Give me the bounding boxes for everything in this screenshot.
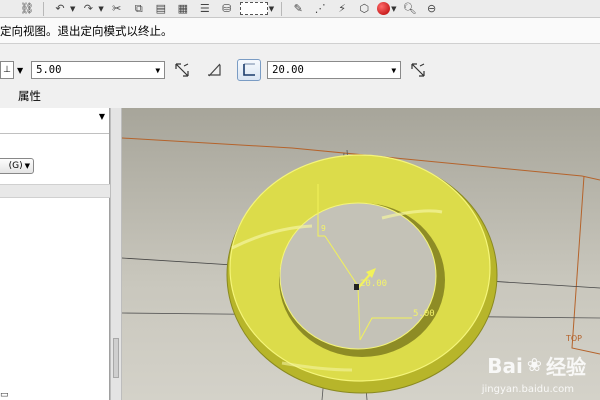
table-icon[interactable]: ▦ (174, 1, 192, 17)
watermark-url: jingyan.baidu.com (481, 384, 574, 395)
message-text: 定向视图。退出定向模式以终止。 (0, 23, 173, 38)
watermark-brand: Bai (487, 353, 523, 378)
chevron-down-icon[interactable]: ▼ (98, 5, 103, 13)
selection-frame-icon[interactable] (239, 2, 268, 15)
paste-icon[interactable]: ▤ (152, 1, 170, 17)
redo-icon[interactable]: ↷ (79, 1, 97, 17)
main-toolbar: ⛓ ↶ ▼ ↷ ▼ ✂ ⧉ ▤ ▦ ☰ ⛁ ▼ ✎ ⋰ ⚡ ⬡ ▼ 🔍︎ ⊖ (0, 0, 600, 18)
analysis-icon[interactable]: ⚡ (333, 1, 351, 17)
toolbar-separator (43, 1, 44, 16)
scrollbar-thumb[interactable] (113, 338, 119, 378)
dimension-label-thickness[interactable]: 5.00 (413, 309, 435, 319)
thickness-value: 5.00 (36, 64, 62, 76)
graphics-viewport[interactable]: 20.00 5.00 9 TOP Bai ❀ 经验 jingyan.baidu.… (122, 108, 600, 400)
chevron-down-icon[interactable]: ▼ (99, 112, 105, 121)
dashboard-tabs: 属性 (0, 86, 600, 106)
panel-splitter[interactable] (110, 108, 122, 400)
tab-properties[interactable]: 属性 (18, 88, 41, 104)
offset-value: 20.00 (272, 64, 304, 76)
paw-icon: ❀ (526, 355, 542, 376)
link-icon[interactable]: ⛓ (18, 1, 36, 17)
view-icon[interactable]: ⬡ (355, 1, 373, 17)
washer-hole (279, 202, 437, 350)
panel-header: ▼ (0, 108, 109, 134)
watermark-brand-2: 经验 (546, 355, 586, 379)
undo-icon[interactable]: ↶ (51, 1, 69, 17)
offset-type-button[interactable] (237, 59, 262, 81)
thickness-type-icon[interactable]: ⊥ (0, 61, 14, 79)
datum-point-icon[interactable]: ⋰ (311, 1, 329, 17)
chevron-down-icon: ▼ (24, 162, 30, 170)
filter-button-label: (G) (8, 161, 23, 171)
chevron-down-icon[interactable]: ▼ (70, 5, 75, 13)
chevron-down-icon[interactable]: ▼ (17, 66, 23, 75)
datum-plane-label: TOP (566, 334, 583, 343)
flip-offset-icon[interactable] (409, 61, 427, 79)
chevron-down-icon[interactable]: ▼ (391, 5, 396, 13)
render-sphere-icon[interactable] (377, 2, 391, 15)
chevron-down-icon[interactable]: ▼ (391, 66, 396, 75)
align-icon[interactable]: ☰ (196, 1, 214, 17)
copy-icon[interactable]: ⧉ (130, 1, 148, 17)
tree-column-header (0, 184, 110, 198)
filter-button[interactable]: (G) ▼ (0, 158, 34, 174)
baidu-watermark: Bai ❀ 经验 (487, 351, 586, 380)
dimension-label-offset[interactable]: 20.00 (360, 279, 387, 289)
offset-input[interactable]: 20.00 ▼ (267, 61, 402, 79)
drag-handle[interactable] (354, 284, 359, 290)
dimension-label-small[interactable]: 9 (321, 224, 326, 233)
thickness-input[interactable]: 5.00 ▼ (31, 61, 166, 79)
tree-edge-mark: ▭ (0, 390, 9, 400)
message-bar: 定向视图。退出定向模式以终止。 (0, 18, 600, 44)
feature-dashboard: ⊥ ▼ 5.00 ▼ 20.00 ▼ (0, 56, 600, 84)
sketch-icon[interactable]: ✎ (289, 1, 307, 17)
zoom-icon[interactable]: 🔍︎ (401, 1, 419, 17)
flip-direction-icon[interactable] (173, 61, 191, 79)
zoom-out-icon[interactable]: ⊖ (423, 1, 441, 17)
binoculars-icon[interactable]: ⛁ (218, 1, 236, 17)
datum-plane-top-edge (571, 175, 600, 355)
chevron-down-icon[interactable]: ▼ (269, 5, 274, 13)
slash-tool-icon[interactable] (205, 61, 223, 79)
chevron-down-icon[interactable]: ▼ (155, 66, 160, 75)
toolbar-separator (281, 1, 283, 16)
cut-icon[interactable]: ✂ (108, 1, 126, 17)
model-tree-panel: ▼ (G) ▼ ▭ (0, 108, 110, 400)
